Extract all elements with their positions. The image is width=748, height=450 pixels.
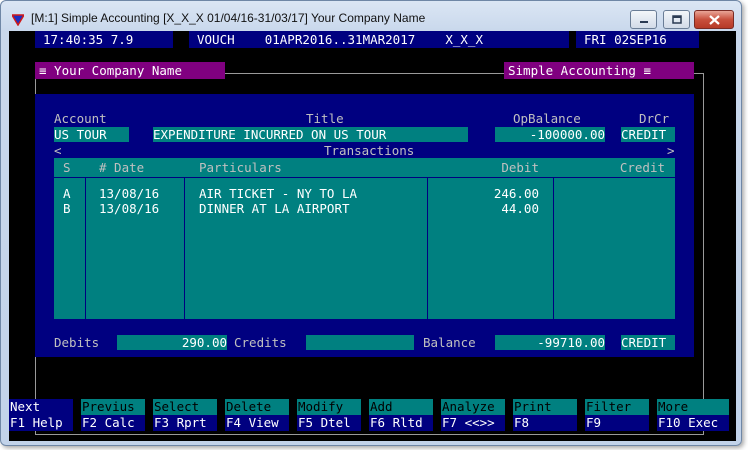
fkey-key: F3 Rprt	[153, 415, 217, 431]
title-label: Title	[306, 111, 344, 126]
console-area: 17:40:35 7.9 VOUCH 01APR2016..31MAR2017 …	[9, 31, 736, 441]
fkey-key: F7 <<>>	[441, 415, 505, 431]
balance-field: -99710.00	[495, 335, 605, 350]
window-title: [M:1] Simple Accounting [X_X_X 01/04/16-…	[31, 11, 426, 25]
title-bar[interactable]: [M:1] Simple Accounting [X_X_X 01/04/16-…	[1, 1, 741, 31]
balance-label: Balance	[423, 335, 476, 350]
scroll-left-arrow[interactable]: <	[54, 143, 62, 158]
row-particulars: AIR TICKET - NY TO LA	[199, 186, 358, 201]
triangle-app-icon[interactable]	[10, 11, 26, 27]
scroll-right-arrow[interactable]: >	[667, 143, 675, 158]
fkey-previous[interactable]: Previus F2 Calc	[81, 399, 145, 431]
row-s: A	[63, 186, 71, 201]
fkey-key: F4 View	[225, 415, 289, 431]
voucher-panel: Account Title OpBalance DrCr US TOUR EXP…	[35, 94, 694, 357]
col-s-header: S	[63, 160, 71, 175]
fkey-label: Add	[369, 399, 433, 415]
account-title-field[interactable]: EXPENDITURE INCURRED ON US TOUR	[153, 127, 468, 142]
debits-total-field: 290.00	[117, 335, 227, 350]
debits-label: Debits	[54, 335, 100, 350]
fkey-label: More	[657, 399, 729, 415]
col-credit-header: Credit	[619, 160, 665, 175]
fkey-next[interactable]: Next F1 Help	[9, 399, 73, 431]
fkey-key: F1 Help	[9, 415, 73, 431]
fkey-print[interactable]: Print F8	[513, 399, 577, 431]
fkey-label: Next	[9, 399, 73, 415]
credits-total-field	[306, 335, 414, 350]
opbalance-label: OpBalance	[513, 111, 581, 126]
row-debit: 246.00	[493, 186, 539, 201]
status-date: FRI 02SEP16	[576, 31, 699, 48]
drcr-label: DrCr	[639, 111, 670, 126]
fkey-analyze[interactable]: Analyze F7 <<>>	[441, 399, 505, 431]
fkey-label: Select	[153, 399, 217, 415]
table-row[interactable]: A 13/08/16 AIR TICKET - NY TO LA 246.00	[54, 186, 675, 201]
fkey-label: Filter	[585, 399, 649, 415]
fkey-filter[interactable]: Filter F9	[585, 399, 649, 431]
fkey-more[interactable]: More F10 Exec	[657, 399, 729, 431]
account-code-field[interactable]: US TOUR	[54, 127, 129, 142]
maximize-icon	[671, 15, 682, 24]
fkey-key: F10 Exec	[657, 415, 729, 431]
minimize-icon	[639, 20, 648, 23]
fkey-add[interactable]: Add F6 Rltd	[369, 399, 433, 431]
fkey-key: F2 Calc	[81, 415, 145, 431]
col-particulars-header: Particulars	[199, 160, 282, 175]
maximize-button[interactable]	[663, 10, 690, 29]
app-menu-tag[interactable]: Simple Accounting ≡	[504, 62, 694, 79]
col-debit-header: Debit	[501, 160, 539, 175]
row-particulars: DINNER AT LA AIRPORT	[199, 201, 350, 216]
fkey-key: F5 Dtel	[297, 415, 361, 431]
fkey-label: Analyze	[441, 399, 505, 415]
close-icon	[708, 14, 720, 25]
fkey-modify[interactable]: Modify F5 Dtel	[297, 399, 361, 431]
row-date: 13/08/16	[99, 186, 160, 201]
fkey-label: Print	[513, 399, 577, 415]
status-clock: 17:40:35 7.9	[35, 31, 173, 48]
fkey-key: F6 Rltd	[369, 415, 433, 431]
drcr-field[interactable]: CREDIT	[621, 127, 675, 142]
fkey-delete[interactable]: Delete F4 View	[225, 399, 289, 431]
balance-drcr-field: CREDIT	[621, 335, 675, 350]
company-menu-tag[interactable]: ≡ Your Company Name	[35, 62, 225, 79]
grid-header: S # Date Particulars Debit Credit	[54, 158, 675, 178]
table-row[interactable]: B 13/08/16 DINNER AT LA AIRPORT 44.00	[54, 201, 675, 216]
credits-label: Credits	[234, 335, 287, 350]
transactions-grid: S # Date Particulars Debit Credit A 13/0…	[54, 158, 675, 319]
fkey-label: Previus	[81, 399, 145, 415]
row-date: 13/08/16	[99, 201, 160, 216]
fkey-label: Delete	[225, 399, 289, 415]
fkey-select[interactable]: Select F3 Rprt	[153, 399, 217, 431]
close-button[interactable]	[694, 10, 734, 29]
application-window: [M:1] Simple Accounting [X_X_X 01/04/16-…	[0, 0, 742, 446]
account-label: Account	[54, 111, 107, 126]
row-s: B	[63, 201, 71, 216]
col-date-header: # Date	[99, 160, 145, 175]
minimize-button[interactable]	[630, 10, 657, 29]
fkey-key: F9	[585, 415, 649, 431]
transactions-caption: Transactions	[324, 143, 415, 158]
fkey-key: F8	[513, 415, 577, 431]
row-debit: 44.00	[501, 201, 539, 216]
status-module: VOUCH 01APR2016..31MAR2017 X_X_X	[189, 31, 569, 48]
fkey-label: Modify	[297, 399, 361, 415]
opbalance-field[interactable]: -100000.00	[495, 127, 605, 142]
